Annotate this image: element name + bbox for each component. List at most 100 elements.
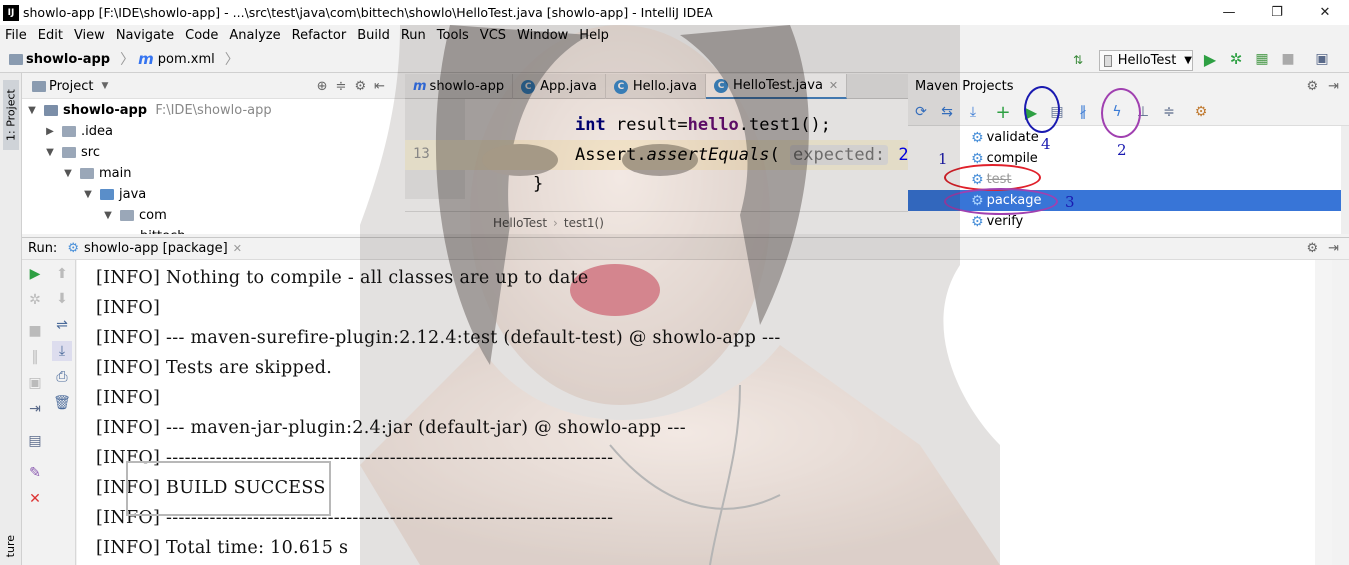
chevron-down-icon: ▼: [1184, 55, 1192, 66]
tab-app-java[interactable]: C App.java: [513, 74, 606, 99]
add-icon[interactable]: +: [993, 102, 1013, 123]
close-tab-icon[interactable]: ✕: [233, 242, 242, 255]
menu-navigate[interactable]: Navigate: [116, 28, 174, 43]
project-structure-icon[interactable]: ▣: [1312, 49, 1332, 69]
locate-icon[interactable]: ⊕: [317, 79, 328, 94]
breadcrumb-method[interactable]: test1(): [564, 216, 604, 230]
breadcrumb-project[interactable]: showlo-app: [26, 52, 110, 67]
tree-item-idea[interactable]: ▶ .idea: [44, 121, 113, 142]
tab-hellotest-java[interactable]: C HelloTest.java ✕: [706, 74, 848, 99]
hide-icon[interactable]: ⇥: [1328, 79, 1339, 94]
maven-file-icon: m: [138, 50, 154, 68]
camera-icon[interactable]: ▣: [25, 373, 45, 393]
source-folder-icon: [100, 189, 114, 200]
maven-file-icon: m: [413, 79, 427, 94]
chevron-down-icon: ▼: [28, 105, 36, 116]
menu-window[interactable]: Window: [517, 28, 568, 43]
menu-view[interactable]: View: [74, 28, 105, 43]
tree-item-src[interactable]: ▼ src: [44, 142, 100, 163]
scroll-to-end-icon[interactable]: ⤓: [52, 341, 72, 361]
annotation-3: 3: [1065, 193, 1075, 211]
maven-settings-icon[interactable]: ⚙: [1191, 102, 1211, 122]
chevron-down-icon[interactable]: ▼: [101, 81, 108, 91]
breadcrumb-file[interactable]: pom.xml: [158, 52, 215, 67]
maximize-button[interactable]: ❐: [1253, 0, 1301, 25]
coverage-icon[interactable]: ▦: [1252, 49, 1272, 69]
project-panel-title[interactable]: Project: [49, 79, 93, 94]
debug-icon[interactable]: ✲: [1226, 49, 1246, 69]
console-line: [INFO] --- maven-jar-plugin:2.4:jar (def…: [96, 418, 686, 438]
run-config-select[interactable]: HelloTest ▼: [1099, 50, 1193, 71]
sort-icon[interactable]: ⇅: [1068, 50, 1088, 70]
run-tab[interactable]: showlo-app [package]: [84, 241, 228, 256]
annotation-purple-ellipse: [944, 188, 1058, 215]
trash-icon[interactable]: 🗑: [52, 393, 72, 413]
reimport-icon[interactable]: ⟳: [911, 102, 931, 122]
project-view-icon: [32, 80, 46, 92]
chevron-down-icon: ▼: [104, 210, 112, 221]
console-line: [INFO] Tests are skipped.: [96, 358, 333, 378]
layout-icon[interactable]: ▤: [25, 431, 45, 451]
tab-hello-java[interactable]: C Hello.java: [606, 74, 706, 99]
run-icon[interactable]: ▶: [1200, 49, 1220, 69]
print-icon[interactable]: ⎙: [52, 367, 72, 387]
soft-wrap-icon[interactable]: ⇌: [52, 315, 72, 335]
console-line: [INFO] --- maven-surefire-plugin:2.12.4:…: [96, 328, 781, 348]
code-line-assert: Assert.assertEquals( expected: 2,: [575, 145, 908, 165]
rerun-icon[interactable]: ▶: [25, 264, 45, 284]
menu-build[interactable]: Build: [357, 28, 390, 43]
close-icon[interactable]: ✕: [25, 489, 45, 509]
tree-item-main[interactable]: ▼ main: [62, 163, 131, 184]
gear-icon[interactable]: ⚙: [1306, 241, 1318, 256]
down-icon[interactable]: ⬇: [52, 289, 72, 309]
menu-code[interactable]: Code: [185, 28, 218, 43]
stop-icon[interactable]: ■: [25, 321, 45, 341]
minimize-button[interactable]: —: [1205, 0, 1253, 25]
folder-icon: [80, 168, 94, 179]
exit-icon[interactable]: ⇥: [25, 399, 45, 419]
generate-sources-icon[interactable]: ⇆: [937, 102, 957, 122]
project-tool-tab[interactable]: 1: Project: [3, 80, 19, 150]
pause-icon[interactable]: ‖: [25, 347, 45, 367]
hide-icon[interactable]: ⇥: [1328, 241, 1339, 256]
tab-showlo-app[interactable]: m showlo-app: [405, 74, 514, 99]
menu-file[interactable]: File: [5, 28, 27, 43]
maven-scrollbar[interactable]: [1341, 126, 1349, 234]
tree-item-root[interactable]: ▼ showlo-app F:\IDE\showlo-app: [26, 100, 271, 121]
collapse-icon[interactable]: ≑: [336, 79, 347, 94]
menu-refactor[interactable]: Refactor: [292, 28, 347, 43]
download-icon[interactable]: ⤓: [963, 102, 983, 122]
close-tab-icon[interactable]: ✕: [829, 79, 838, 92]
gear-icon[interactable]: ⚙: [354, 79, 366, 94]
menu-help[interactable]: Help: [579, 28, 609, 43]
structure-tool-tab[interactable]: ture: [4, 535, 17, 557]
collapse-all-icon[interactable]: ≑: [1159, 102, 1179, 122]
chevron-right-icon: 〉: [224, 52, 239, 68]
menu-analyze[interactable]: Analyze: [229, 28, 280, 43]
annotation-blue-ellipse: [1024, 86, 1060, 133]
console-line: [INFO]: [96, 298, 161, 318]
breadcrumb-class[interactable]: HelloTest: [493, 216, 547, 230]
toggle-offline-icon[interactable]: ∦: [1073, 102, 1093, 122]
up-icon[interactable]: ⬆: [52, 264, 72, 284]
gear-icon[interactable]: ⚙: [1306, 79, 1318, 94]
tree-item-com[interactable]: ▼ com: [102, 205, 167, 226]
console-scrollbar[interactable]: [1315, 260, 1332, 565]
menu-tools[interactable]: Tools: [437, 28, 469, 43]
gear-icon: ⚙: [971, 213, 984, 230]
debug-icon[interactable]: ✲: [25, 290, 45, 310]
pin-icon[interactable]: ✎: [25, 463, 45, 483]
tree-item-bittech[interactable]: bittech: [140, 226, 185, 234]
tree-item-java[interactable]: ▼ java: [82, 184, 146, 205]
code-editor[interactable]: 13 int result=hello.test1(); Assert.asse…: [405, 99, 908, 234]
close-window-button[interactable]: ✕: [1301, 0, 1349, 25]
menu-run[interactable]: Run: [401, 28, 426, 43]
lifecycle-verify[interactable]: ⚙ verify: [908, 211, 1341, 232]
package-icon: [120, 210, 134, 221]
menu-edit[interactable]: Edit: [38, 28, 63, 43]
hide-icon[interactable]: ⇤: [374, 79, 385, 94]
stop-icon[interactable]: ■: [1278, 49, 1298, 69]
menu-vcs[interactable]: VCS: [480, 28, 506, 43]
run-config-label: HelloTest: [1117, 53, 1177, 68]
console-output[interactable]: [INFO] Nothing to compile - all classes …: [77, 260, 1332, 565]
